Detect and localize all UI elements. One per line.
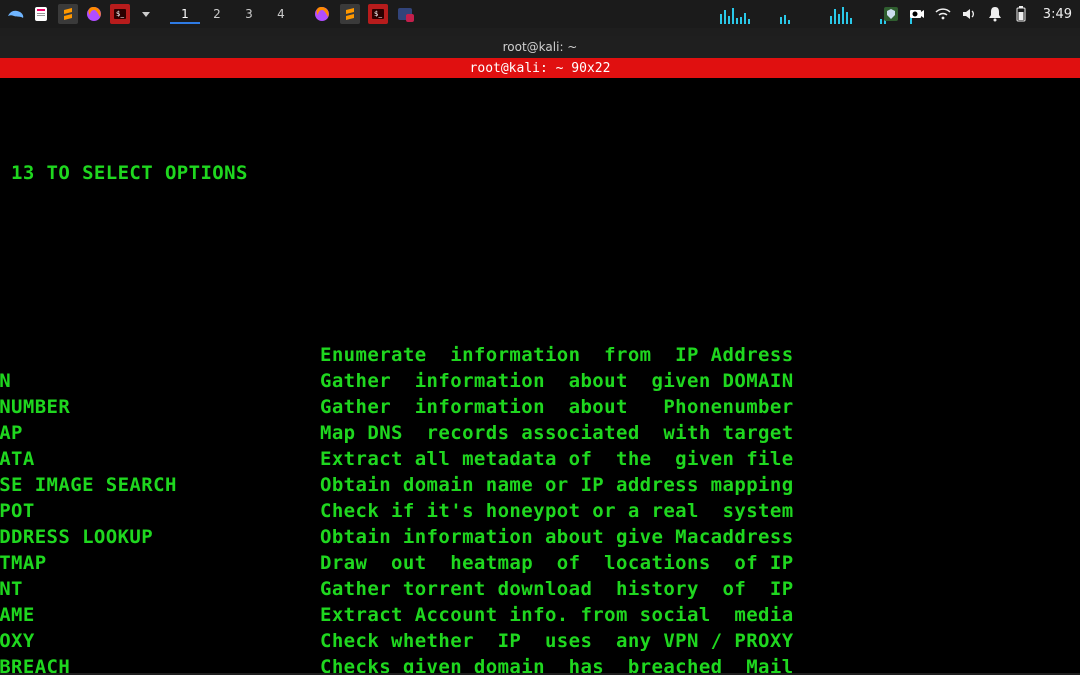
clock[interactable]: 3:49 [1039,7,1072,22]
shield-icon[interactable] [883,6,899,22]
terminal-running-icon[interactable]: $_ [368,4,388,24]
option-desc: Map DNS records associated with target [320,420,794,446]
option-row: MAIL BREACHChecks given domain has breac… [0,654,1080,673]
option-row: IPHEATMAPDraw out heatmap of locations o… [0,550,1080,576]
option-row: HONEYPOTCheck if it's honeypot or a real… [0,498,1080,524]
sublime-icon[interactable] [58,4,78,24]
option-row: PHONENUMBERGather information about Phon… [0,394,1080,420]
option-name: TORRENT [0,576,320,602]
camera-icon[interactable] [909,6,925,22]
option-name: DOMAIN [0,368,320,394]
svg-text:$_: $_ [374,10,382,18]
files-icon[interactable] [32,4,52,24]
option-desc: Check whether IP uses any VPN / PROXY [320,628,794,654]
window-titlebar[interactable]: root@kali: ~ [0,36,1080,58]
launcher-apps: $_ [0,4,156,24]
option-name: IP2PROXY [0,628,320,654]
option-desc: Gather torrent download history of IP [320,576,794,602]
workspace-2[interactable]: 2 [202,4,232,24]
option-name: MAC ADDRESS LOOKUP [0,524,320,550]
option-name: DNS MAP [0,420,320,446]
notifications-icon[interactable] [987,6,1003,22]
option-row: TORRENTGather torrent download history o… [0,576,1080,602]
option-row: DOMAINGather information about given DOM… [0,368,1080,394]
workspace-3[interactable]: 3 [234,4,264,24]
wifi-icon[interactable] [935,6,951,22]
option-row: IPEnumerate information from IP Address [0,342,1080,368]
option-desc: Draw out heatmap of locations of IP [320,550,794,576]
firefox-icon[interactable] [84,4,104,24]
running-apps: $_ [312,4,416,24]
option-name: METADATA [0,446,320,472]
sublime-running-icon[interactable] [340,4,360,24]
terminal-body[interactable]: R 0 - 13 TO SELECT OPTIONS IPEnumerate i… [0,78,1080,673]
option-name: MAIL BREACH [0,654,320,673]
option-row: MAC ADDRESS LOOKUPObtain information abo… [0,524,1080,550]
taskbar: $_ 1 2 3 4 $_ [0,0,1080,28]
workspace-switcher: 1 2 3 4 [170,4,296,24]
option-name: IP [0,342,320,368]
screenshot-tool-icon[interactable] [396,4,416,24]
option-desc: Enumerate information from IP Address [320,342,794,368]
option-row: DNS MAPMap DNS records associated with t… [0,420,1080,446]
option-desc: Gather information about Phonenumber [320,394,794,420]
terminal-window: root@kali: ~ root@kali: ~ 90x22 R 0 - 13… [0,36,1080,673]
option-name: PHONENUMBER [0,394,320,420]
option-desc: Checks given domain has breached Mail [320,654,794,673]
firefox-running-icon[interactable] [312,4,332,24]
option-name: HONEYPOT [0,498,320,524]
window-title: root@kali: ~ [503,40,578,54]
volume-icon[interactable] [961,6,977,22]
option-name: REVERSE IMAGE SEARCH [0,472,320,498]
terminal-banner-text: root@kali: ~ 90x22 [470,61,611,76]
terminal-banner: root@kali: ~ 90x22 [0,58,1080,78]
workspace-1[interactable]: 1 [170,4,200,24]
svg-text:$_: $_ [116,10,124,18]
option-name: IPHEATMAP [0,550,320,576]
workspace-4[interactable]: 4 [266,4,296,24]
option-desc: Check if it's honeypot or a real system [320,498,794,524]
option-name: USERNAME [0,602,320,628]
option-row: IP2PROXYCheck whether IP uses any VPN / … [0,628,1080,654]
option-row: METADATAExtract all metadata of the give… [0,446,1080,472]
option-desc: Extract all metadata of the given file [320,446,794,472]
option-desc: Obtain information about give Macaddress [320,524,794,550]
terminal-icon[interactable]: $_ [110,4,130,24]
option-row: REVERSE IMAGE SEARCHObtain domain name o… [0,472,1080,498]
options-menu: IPEnumerate information from IP AddressD… [0,342,1080,673]
battery-icon[interactable] [1013,6,1029,22]
kali-menu-icon[interactable] [6,4,26,24]
option-desc: Obtain domain name or IP address mapping [320,472,794,498]
option-desc: Gather information about given DOMAIN [320,368,794,394]
option-row: USERNAMEExtract Account info. from socia… [0,602,1080,628]
system-tray: 3:49 [883,0,1072,28]
instruction-line: R 0 - 13 TO SELECT OPTIONS [0,160,1080,186]
dropdown-icon[interactable] [136,4,156,24]
option-desc: Extract Account info. from social media [320,602,794,628]
